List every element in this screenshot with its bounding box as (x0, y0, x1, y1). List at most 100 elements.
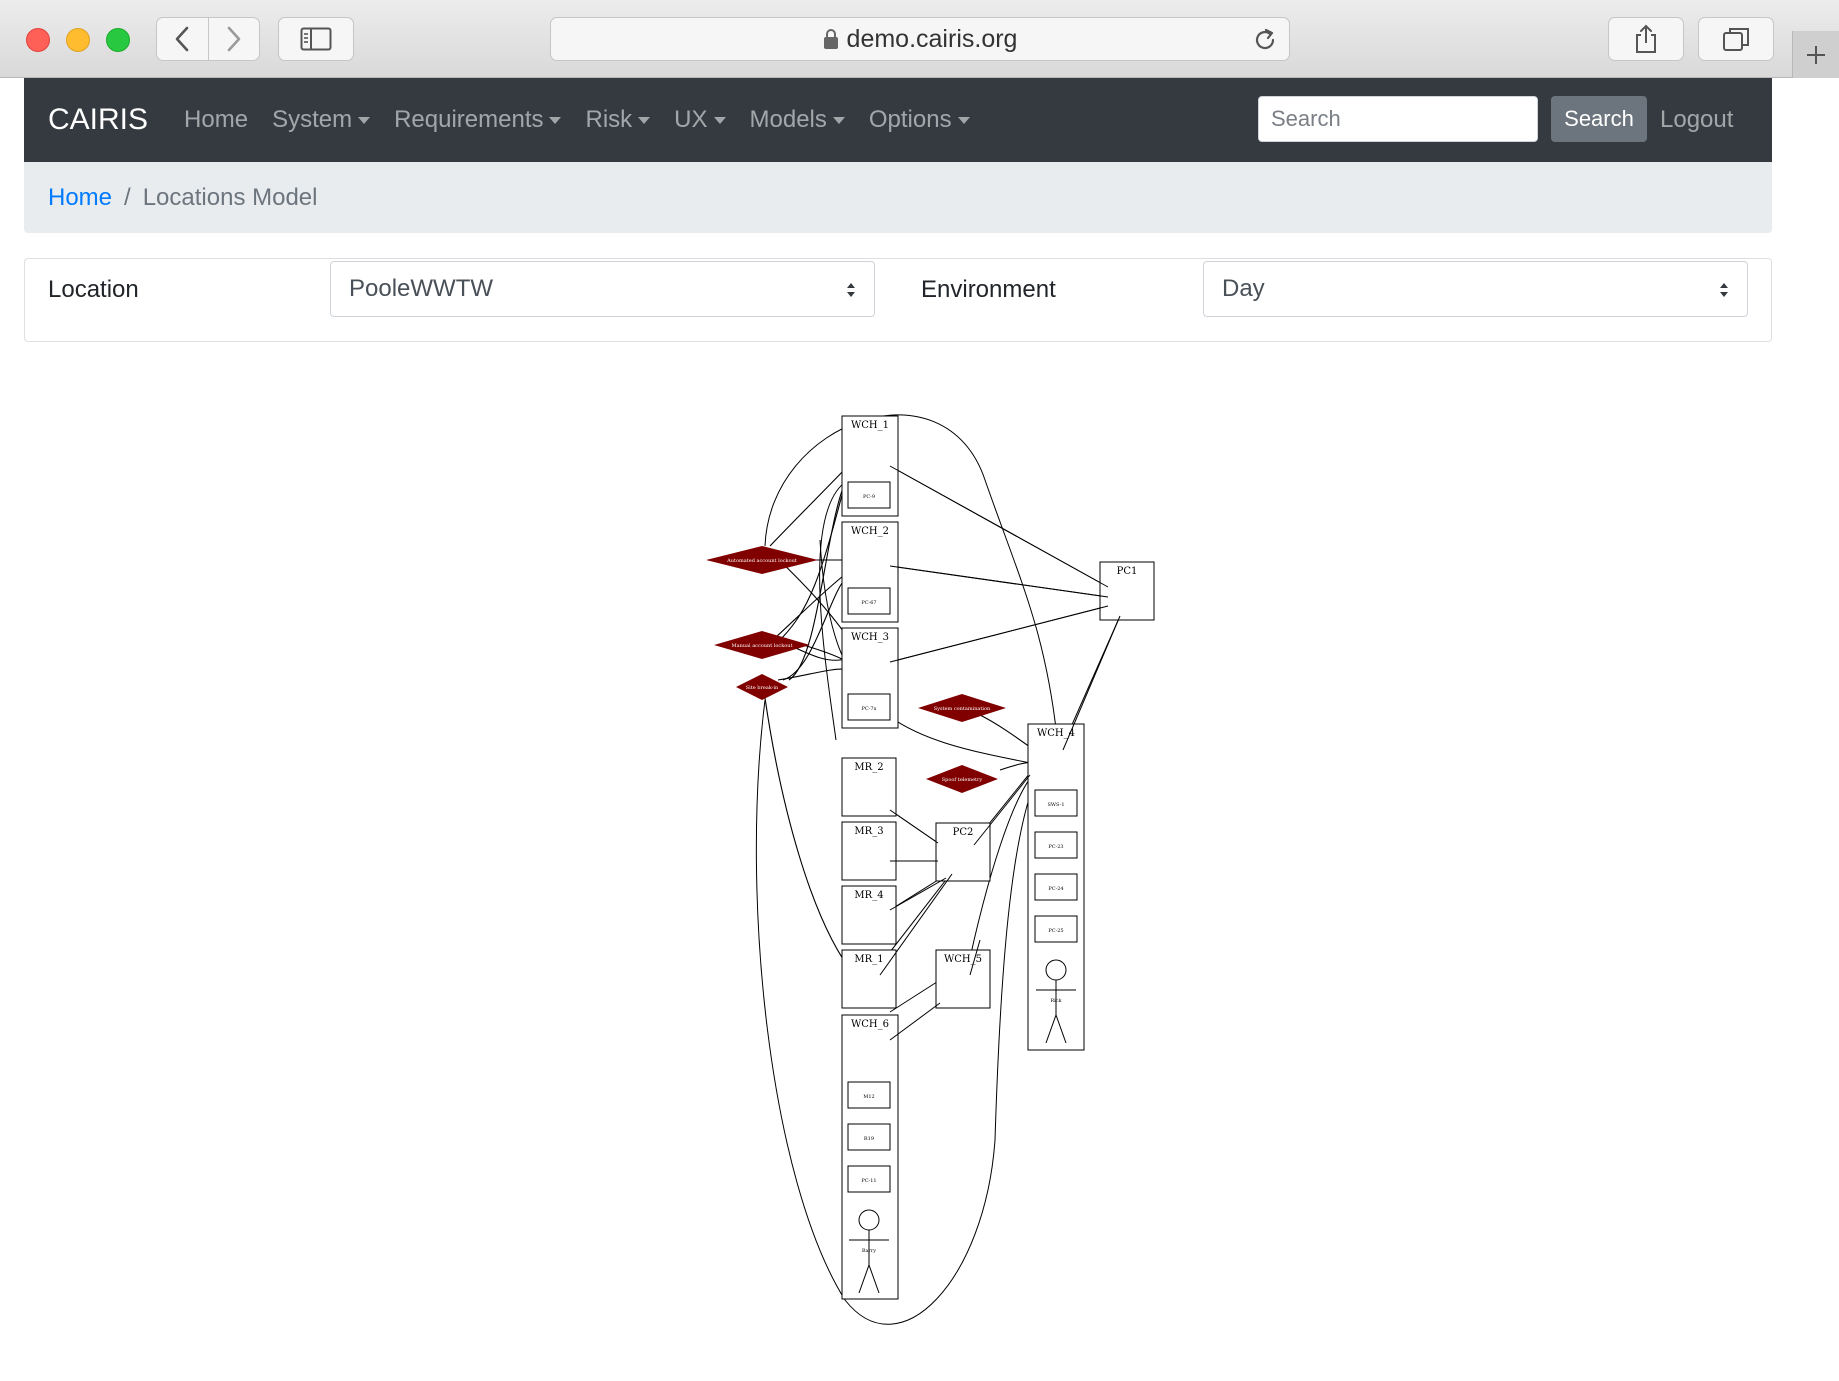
location-wch3[interactable]: WCH_3 PC-7x (841, 627, 899, 729)
location-mr1[interactable]: MR_1 (841, 949, 897, 1009)
caret-down-icon (638, 116, 651, 124)
location-wch2-label: WCH_2 (851, 526, 889, 537)
nav-options[interactable]: Options (869, 106, 970, 134)
location-select-value: PooleWWTW (349, 275, 493, 302)
location-pc2-label: PC2 (953, 827, 974, 838)
risk-manual-account-lockout[interactable]: Manual account lockout (714, 631, 810, 659)
persona-label: Rick (1050, 998, 1062, 1004)
nav-requirements[interactable]: Requirements (394, 106, 562, 134)
risk-label: System contamination (934, 706, 991, 712)
logout-link[interactable]: Logout (1660, 106, 1733, 134)
share-icon (1636, 24, 1656, 53)
nav-models[interactable]: Models (750, 106, 845, 134)
risk-label: Manual account lockout (731, 643, 792, 649)
location-wch2[interactable]: WCH_2 PC-67 (841, 521, 899, 623)
caret-down-icon (549, 116, 562, 124)
nav-system-label: System (272, 106, 353, 133)
location-mr4[interactable]: MR_4 (841, 885, 897, 945)
location-wch5[interactable]: WCH_5 (935, 949, 991, 1009)
sidebar-icon (300, 27, 332, 51)
location-label: Location (48, 276, 139, 303)
nav-ux[interactable]: UX (674, 106, 726, 134)
location-wch4-label: WCH_4 (1037, 728, 1075, 739)
nav-requirements-label: Requirements (394, 106, 544, 133)
risk-label: Site break-in (746, 685, 779, 691)
lock-icon (823, 29, 838, 49)
close-window-button[interactable] (26, 28, 50, 52)
risk-label: Spoof telemetry (942, 777, 983, 783)
url-text: demo.cairis.org (846, 24, 1018, 53)
model-filter-card: Location PooleWWTW Environment Day (24, 258, 1772, 342)
location-mr3-label: MR_3 (854, 826, 883, 837)
risk-edges (764, 465, 1038, 977)
location-wch6[interactable]: WCH_6 M12 R19 PC-11 Barry (841, 1014, 899, 1300)
select-arrows-icon (847, 283, 855, 297)
caret-down-icon (358, 116, 371, 124)
nav-risk-label: Risk (585, 106, 633, 133)
asset-label: PC-23 (1048, 844, 1063, 850)
location-mr2[interactable]: MR_2 (841, 757, 897, 817)
nav-models-label: Models (749, 106, 827, 133)
asset-label: PC-25 (1048, 928, 1063, 934)
chevron-left-icon (176, 26, 189, 52)
location-select[interactable]: PooleWWTW (330, 261, 875, 317)
zoom-window-button[interactable] (106, 28, 130, 52)
caret-down-icon (957, 116, 970, 124)
caret-down-icon (832, 116, 845, 124)
forward-button[interactable] (207, 18, 259, 60)
nav-home[interactable]: Home (184, 106, 248, 134)
nav-risk[interactable]: Risk (585, 106, 651, 134)
caret-down-icon (713, 116, 726, 124)
minimize-window-button[interactable] (66, 28, 90, 52)
history-nav (156, 17, 260, 61)
search-input[interactable] (1258, 96, 1538, 142)
environment-select[interactable]: Day (1203, 261, 1748, 317)
risk-spoof-telemetry[interactable]: Spoof telemetry (926, 765, 998, 793)
select-arrows-icon (1720, 283, 1728, 297)
location-pc1-label: PC1 (1117, 566, 1138, 577)
asset-label: PC-24 (1048, 886, 1063, 892)
environment-label: Environment (921, 276, 1056, 303)
location-wch1[interactable]: WCH_1 PC-9 (841, 415, 899, 517)
browser-chrome: demo.cairis.org (0, 0, 1839, 78)
asset-label: PC-7x (862, 706, 877, 712)
share-button[interactable] (1608, 17, 1684, 61)
tabs-icon (1723, 28, 1749, 51)
chevron-right-icon (227, 26, 241, 52)
back-button[interactable] (157, 18, 208, 60)
asset-label: PC-67 (861, 600, 876, 606)
location-wch1-label: WCH_1 (851, 420, 889, 431)
risk-label: Automated account lockout (726, 558, 797, 564)
asset-label: M12 (863, 1094, 874, 1100)
breadcrumb: Home / Locations Model (24, 162, 1772, 233)
locations-model-diagram: WCH_1 PC-9 WCH_2 PC-67 WCH_3 PC-7x PC1 W… (706, 414, 1155, 1325)
asset-label: R19 (864, 1136, 874, 1142)
environment-select-value: Day (1222, 275, 1265, 302)
brand-logo[interactable]: CAIRIS (48, 103, 148, 137)
address-bar[interactable]: demo.cairis.org (550, 17, 1290, 61)
breadcrumb-current: Locations Model (142, 183, 318, 211)
plus-icon (1807, 45, 1825, 64)
new-tab-button[interactable] (1792, 31, 1839, 78)
main-navbar: CAIRIS Home System Requirements Risk UX … (24, 78, 1772, 162)
breadcrumb-separator: / (124, 183, 131, 211)
tab-overview-button[interactable] (1698, 17, 1774, 61)
nav-system[interactable]: System (272, 106, 371, 134)
location-wch5-label: WCH_5 (944, 954, 982, 965)
sidebar-toggle-button[interactable] (278, 17, 354, 61)
nav-ux-label: UX (674, 106, 708, 133)
location-mr3[interactable]: MR_3 (841, 821, 897, 881)
location-pc2[interactable]: PC2 (935, 822, 991, 882)
risk-system-contamination[interactable]: System contamination (918, 694, 1006, 722)
search-button[interactable]: Search (1551, 96, 1647, 142)
breadcrumb-home-link[interactable]: Home (48, 184, 112, 212)
location-wch3-label: WCH_3 (851, 632, 889, 643)
location-mr2-label: MR_2 (854, 762, 883, 773)
risk-automated-account-lockout[interactable]: Automated account lockout (706, 546, 818, 574)
asset-label: PC-9 (863, 494, 875, 500)
location-wch4[interactable]: WCH_4 SWS-1 PC-23 PC-24 PC-25 Rick (1027, 723, 1085, 1051)
asset-label: PC-11 (861, 1178, 876, 1184)
risk-site-break-in[interactable]: Site break-in (736, 674, 788, 700)
reload-icon[interactable] (1251, 26, 1279, 54)
location-pc1[interactable]: PC1 (1099, 561, 1155, 621)
